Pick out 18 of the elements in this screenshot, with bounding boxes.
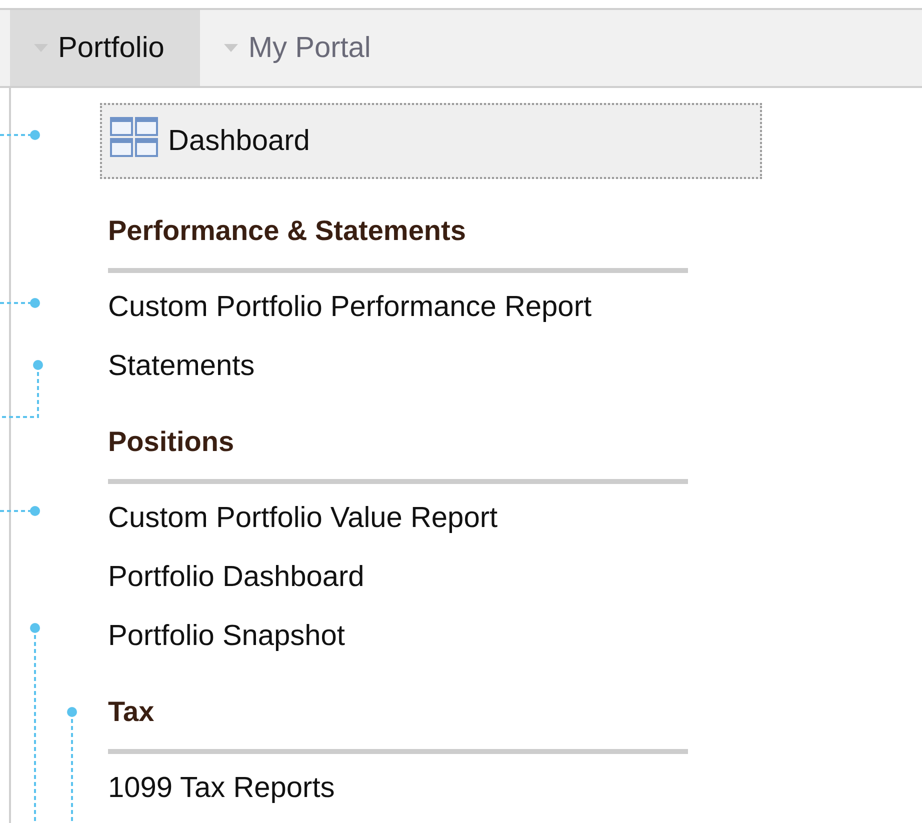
grid-icon <box>110 117 158 157</box>
leader-line <box>0 130 40 140</box>
menu-tab[interactable]: My Portal <box>200 10 407 86</box>
section-heading: Positions <box>108 425 236 459</box>
leader-line <box>0 506 40 516</box>
report-link[interactable]: 1099 Tax Reports <box>108 759 335 818</box>
report-link[interactable]: Custom Portfolio Performance Report <box>108 278 592 337</box>
report-link[interactable]: Custom Portfolio Value Report <box>108 489 498 548</box>
report-link[interactable]: Portfolio Dashboard <box>108 548 364 607</box>
menu-tab[interactable]: Portfolio <box>10 10 200 86</box>
report-link[interactable]: Statements <box>108 337 255 396</box>
section-heading: Performance & Statements <box>108 214 467 248</box>
report-link[interactable]: Portfolio Snapshot <box>108 607 345 666</box>
leader-line <box>0 360 43 418</box>
section-heading: Tax <box>108 695 156 729</box>
dropdown-arrow-icon <box>224 44 238 52</box>
leader-line <box>0 298 40 308</box>
dashboard-link[interactable]: Dashboard <box>100 103 762 179</box>
